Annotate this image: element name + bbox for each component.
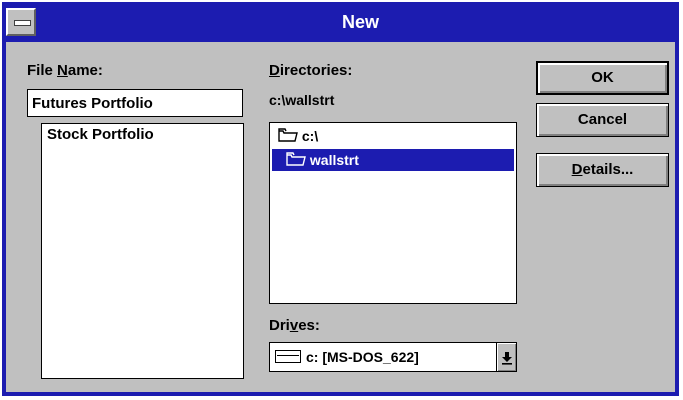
directories-label-suffix: irectories:: [279, 62, 353, 79]
drives-label-access-key: v: [289, 317, 299, 334]
drives-selected-value: c: [MS-DOS_622]: [306, 349, 419, 365]
cancel-button[interactable]: Cancel: [536, 103, 669, 137]
file-name-label-access-key: N: [57, 62, 68, 79]
ok-button[interactable]: OK: [536, 61, 669, 95]
directory-list[interactable]: c:\ wallstrt: [269, 122, 517, 304]
file-name-label-suffix: ame:: [67, 62, 103, 79]
file-list[interactable]: Stock Portfolio: [41, 123, 244, 379]
dropdown-arrow-icon[interactable]: [496, 343, 516, 371]
details-button[interactable]: Details...: [536, 153, 669, 187]
drives-label-prefix: Dri: [269, 317, 290, 334]
folder-open-icon: [286, 150, 306, 172]
drives-label-suffix: es:: [298, 317, 320, 334]
details-button-label: etails...: [582, 161, 634, 178]
directory-item-wallstrt[interactable]: wallstrt: [272, 149, 514, 171]
details-button-access-key: D: [571, 161, 583, 178]
new-dialog-window: New File Name: Stock Portfolio Directori…: [2, 2, 679, 396]
file-name-label: File Name:: [27, 62, 103, 79]
directories-label-access-key: D: [269, 62, 280, 79]
file-name-label-prefix: File: [27, 62, 58, 79]
file-list-item-stock-portfolio[interactable]: Stock Portfolio: [47, 126, 154, 143]
title-bar[interactable]: New: [2, 2, 679, 42]
system-menu-icon: [14, 20, 31, 26]
dialog-title: New: [341, 12, 379, 32]
system-menu-button[interactable]: [6, 8, 36, 36]
directories-label: Directories:: [269, 62, 352, 79]
directory-item-wallstrt-label: wallstrt: [309, 152, 359, 168]
current-directory-path: c:\wallstrt: [269, 92, 335, 108]
file-name-input[interactable]: [27, 89, 243, 117]
hard-drive-icon: [275, 350, 301, 363]
dialog-body: File Name: Stock Portfolio Directories: …: [6, 42, 675, 392]
directory-item-root-label: c:\: [301, 128, 319, 144]
drives-label: Drives:: [269, 317, 320, 334]
directory-item-root[interactable]: c:\: [272, 125, 514, 147]
folder-open-icon: [278, 126, 298, 148]
drives-dropdown[interactable]: c: [MS-DOS_622]: [269, 342, 517, 372]
